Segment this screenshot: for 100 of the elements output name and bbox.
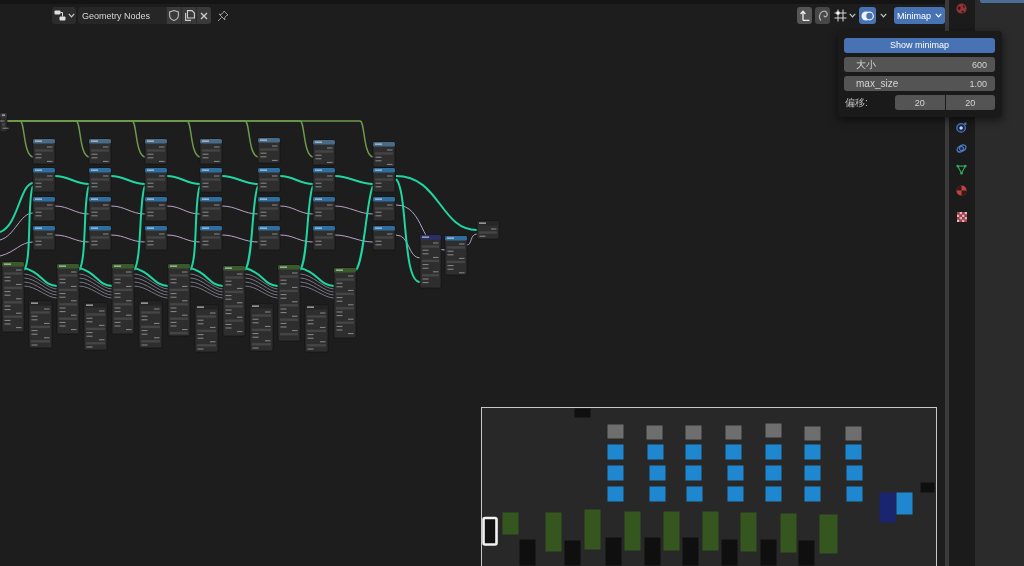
node[interactable] <box>199 225 223 251</box>
node-link[interactable] <box>0 241 34 257</box>
node[interactable] <box>32 225 56 251</box>
node-link[interactable] <box>221 175 259 185</box>
node-link[interactable] <box>23 277 58 293</box>
node[interactable] <box>199 138 223 165</box>
node[interactable] <box>0 112 9 133</box>
node-link[interactable] <box>0 182 34 233</box>
node[interactable] <box>372 141 396 168</box>
minimap-viewport[interactable] <box>482 516 498 546</box>
node-link[interactable] <box>355 185 374 271</box>
node-link[interactable] <box>244 277 279 293</box>
node-link[interactable] <box>221 205 259 215</box>
node-link[interactable] <box>334 205 374 215</box>
node[interactable] <box>419 234 442 289</box>
node[interactable] <box>257 196 281 222</box>
node[interactable] <box>1 261 25 333</box>
toggle-button[interactable] <box>815 7 830 24</box>
node-link[interactable] <box>395 178 421 283</box>
node[interactable] <box>194 304 219 353</box>
node-link[interactable] <box>133 285 169 299</box>
node[interactable] <box>138 300 163 349</box>
overlays-button[interactable] <box>859 7 876 24</box>
parent-tree-button[interactable] <box>797 7 812 24</box>
node[interactable] <box>88 196 112 222</box>
snap-menu-button[interactable] <box>834 7 856 24</box>
number-field[interactable]: max_size 1.00 <box>844 76 995 91</box>
node-link[interactable] <box>133 273 169 290</box>
checker-icon[interactable] <box>956 212 968 223</box>
node-link[interactable] <box>334 234 374 243</box>
node[interactable] <box>111 263 135 335</box>
node-link[interactable] <box>299 285 335 299</box>
minimap-frame[interactable] <box>481 407 937 566</box>
node[interactable] <box>312 196 336 222</box>
node[interactable] <box>333 267 357 339</box>
node[interactable] <box>28 300 53 349</box>
node[interactable] <box>249 303 274 352</box>
node[interactable] <box>88 225 112 251</box>
node-link[interactable] <box>395 234 421 259</box>
node[interactable] <box>32 138 56 165</box>
node[interactable] <box>372 225 396 251</box>
node[interactable] <box>372 196 396 222</box>
node-link[interactable] <box>0 212 34 241</box>
node[interactable] <box>32 196 56 222</box>
node-link[interactable] <box>299 185 314 271</box>
node-link[interactable] <box>189 277 224 293</box>
node-link[interactable] <box>299 273 335 290</box>
node-link[interactable] <box>23 281 58 296</box>
node[interactable] <box>83 302 108 351</box>
node-link[interactable] <box>78 285 113 299</box>
node-link[interactable] <box>189 285 224 299</box>
node-link[interactable] <box>54 175 90 185</box>
node-link[interactable] <box>166 234 201 243</box>
number-field[interactable]: 20 <box>895 95 945 110</box>
unlink-button[interactable] <box>196 7 211 24</box>
node[interactable] <box>56 263 80 335</box>
node-link[interactable] <box>189 267 224 287</box>
node[interactable] <box>32 167 56 193</box>
node[interactable] <box>312 139 336 166</box>
node[interactable] <box>257 225 281 251</box>
node[interactable] <box>222 265 246 337</box>
node[interactable] <box>312 225 336 251</box>
node-link[interactable] <box>244 185 259 271</box>
node[interactable] <box>144 138 168 165</box>
node-link[interactable] <box>279 175 314 185</box>
fake-user-button[interactable] <box>166 7 181 24</box>
node[interactable] <box>444 235 468 276</box>
node[interactable] <box>144 196 168 222</box>
node-link[interactable] <box>244 267 279 287</box>
node-link[interactable] <box>78 273 113 290</box>
node[interactable] <box>88 167 112 193</box>
node-link[interactable] <box>279 234 314 243</box>
editor-type-button[interactable] <box>52 7 76 24</box>
node-link[interactable] <box>166 205 201 215</box>
node[interactable] <box>144 225 168 251</box>
number-field[interactable]: 大小 600 <box>844 57 995 72</box>
node-link[interactable] <box>166 175 201 185</box>
node-link[interactable] <box>23 273 58 290</box>
node[interactable] <box>312 167 336 193</box>
node-link[interactable] <box>23 267 58 287</box>
node-link[interactable] <box>110 175 146 185</box>
node-link[interactable] <box>110 234 146 243</box>
node[interactable] <box>167 263 191 337</box>
node-link[interactable] <box>279 205 314 215</box>
node-link[interactable] <box>78 267 113 287</box>
node-link[interactable] <box>54 205 90 215</box>
node[interactable] <box>144 167 168 193</box>
node-link[interactable] <box>54 234 90 243</box>
node[interactable] <box>199 196 223 222</box>
node[interactable] <box>88 138 112 165</box>
node[interactable] <box>257 137 281 164</box>
show-minimap-button[interactable]: Show minimap <box>844 38 995 53</box>
node-link[interactable] <box>334 175 374 185</box>
node-link[interactable] <box>244 273 279 290</box>
number-field[interactable]: 20 <box>945 95 995 110</box>
orbit-icon[interactable] <box>956 143 968 155</box>
node-link[interactable] <box>395 175 478 231</box>
node-link[interactable] <box>244 281 279 296</box>
node-link[interactable] <box>299 281 335 296</box>
triangle-icon[interactable] <box>956 164 968 176</box>
